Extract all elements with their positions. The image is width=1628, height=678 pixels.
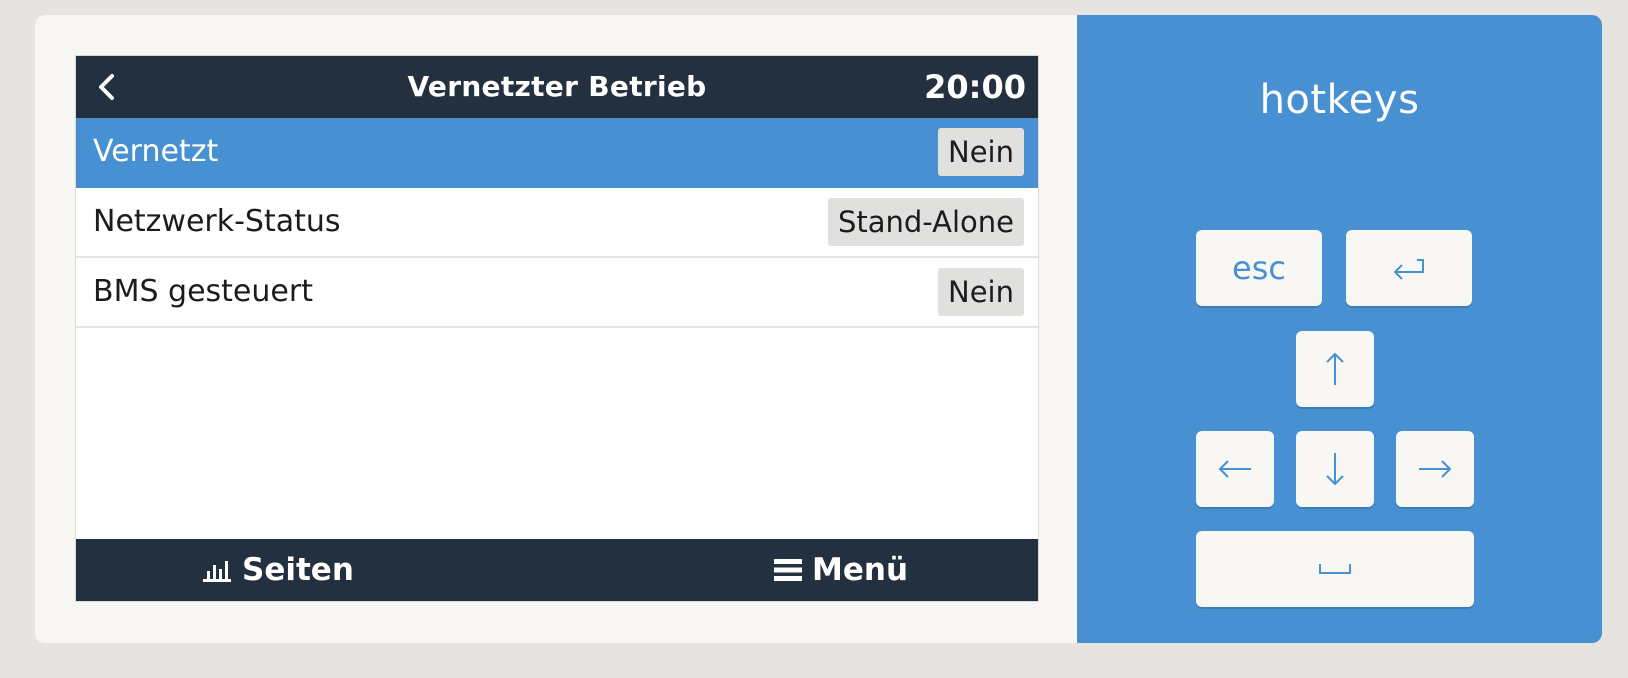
esc-key-label: esc [1232,249,1286,287]
bar-chart-icon [202,557,232,583]
esc-key[interactable]: esc [1196,230,1322,306]
list-item-bms-gesteuert[interactable]: BMS gesteuert Nein [76,258,1038,328]
arrow-left-icon [1217,456,1253,482]
arrow-down-icon [1322,451,1348,487]
arrow-left-key[interactable] [1196,431,1274,507]
device-frame: Vernetzter Betrieb 20:00 Vernetzt Nein N… [35,15,1602,643]
arrow-down-key[interactable] [1296,431,1374,507]
list-item-value: Stand-Alone [827,198,1024,246]
hotkeys-title: hotkeys [1259,77,1420,123]
pages-label: Seiten [242,552,354,588]
page-title: Vernetzter Betrieb [407,70,707,103]
space-icon [1318,562,1352,576]
arrow-right-key[interactable] [1396,431,1474,507]
device-screen: Vernetzter Betrieb 20:00 Vernetzt Nein N… [76,56,1038,601]
list-item-label: Netzwerk-Status [93,204,341,239]
hamburger-icon [774,557,802,583]
list-item-value: Nein [938,268,1024,316]
arrow-right-icon [1417,456,1453,482]
list-item-value: Nein [938,128,1024,176]
enter-key[interactable] [1346,230,1472,306]
hotkeys-panel: hotkeys esc [1077,15,1602,643]
top-bar: Vernetzter Betrieb 20:00 [76,56,1038,118]
arrow-up-icon [1322,351,1348,387]
arrow-up-key[interactable] [1296,331,1374,407]
menu-button[interactable]: Menü [774,539,908,601]
list-item-label: BMS gesteuert [93,274,313,309]
list-item-vernetzt[interactable]: Vernetzt Nein [76,118,1038,188]
clock: 20:00 [924,68,1026,106]
space-key[interactable] [1196,531,1474,607]
list-item-netzwerk-status[interactable]: Netzwerk-Status Stand-Alone [76,188,1038,258]
pages-button[interactable]: Seiten [202,539,354,601]
menu-label: Menü [812,552,909,588]
enter-icon [1391,253,1427,283]
bottom-bar: Seiten Menü [76,539,1038,601]
list-item-label: Vernetzt [93,134,219,169]
